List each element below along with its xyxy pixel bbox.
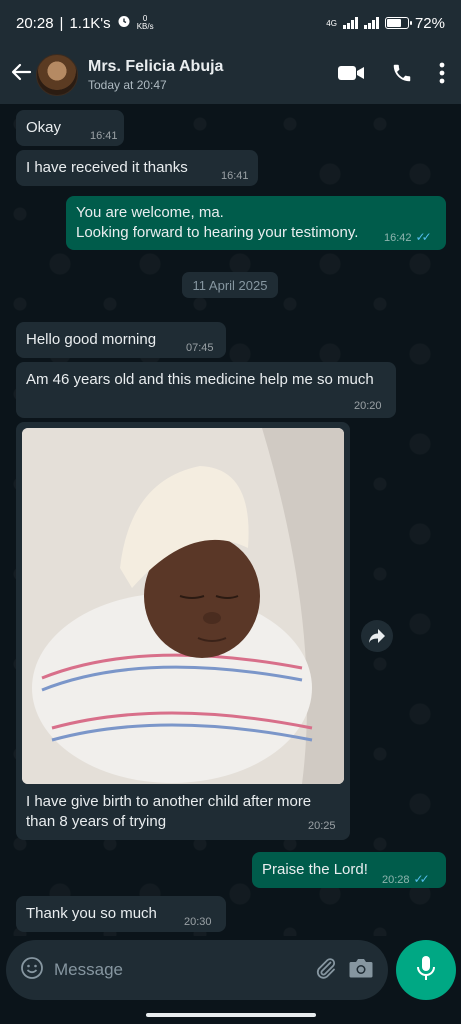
chat-header: Mrs. Felicia Abuja Today at 20:47 xyxy=(0,46,461,104)
message-text-line: Looking forward to hearing your testimon… xyxy=(76,224,359,241)
message-composer xyxy=(6,940,388,1000)
double-check-icon: ✓✓ xyxy=(415,230,432,244)
signal-icon-2 xyxy=(363,17,379,29)
message-bubble-incoming[interactable]: Okay 16:41 xyxy=(16,110,124,146)
message-time: 20:30 xyxy=(184,916,212,928)
more-vertical-icon[interactable] xyxy=(439,62,445,89)
double-check-icon: ✓✓ xyxy=(413,872,430,886)
contact-name: Mrs. Felicia Abuja xyxy=(88,58,224,75)
forward-icon[interactable] xyxy=(361,620,393,652)
image-caption-line: than 8 years of trying xyxy=(26,813,167,830)
message-text: Hello good morning xyxy=(26,331,157,348)
network-speed: 0 KB/s xyxy=(137,15,154,31)
message-text: Okay xyxy=(26,119,62,136)
date-separator: 11 April 2025 xyxy=(182,272,278,298)
message-bubble-incoming[interactable]: Am 46 years old and this medicine help m… xyxy=(16,362,396,418)
speed-unit: KB/s xyxy=(136,22,154,31)
message-bubble-incoming[interactable]: I have received it thanks 16:41 xyxy=(16,150,258,186)
camera-icon[interactable] xyxy=(348,957,374,984)
message-status: 16:42 ✓✓ xyxy=(384,230,432,244)
message-text-line: You are welcome, ma. xyxy=(76,204,224,221)
chat-area[interactable]: Okay 16:41 I have received it thanks 16:… xyxy=(0,104,461,936)
last-seen: Today at 20:47 xyxy=(88,78,167,92)
contact-info[interactable]: Mrs. Felicia Abuja Today at 20:47 xyxy=(88,58,223,92)
message-time: 20:28 xyxy=(382,874,410,886)
emoji-icon[interactable] xyxy=(20,956,44,985)
mic-button[interactable] xyxy=(396,940,456,1000)
video-call-icon[interactable] xyxy=(337,63,365,88)
message-bubble-outgoing[interactable]: Praise the Lord! 20:28 ✓✓ xyxy=(252,852,446,888)
message-time: 16:41 xyxy=(90,130,118,142)
message-time: 20:25 xyxy=(308,820,336,832)
alarm-icon xyxy=(117,14,131,32)
message-text: Am 46 years old and this medicine help m… xyxy=(26,371,374,388)
status-followers: 1.1K's xyxy=(69,14,111,32)
newborn-photo xyxy=(22,428,344,784)
home-indicator[interactable] xyxy=(146,1013,316,1017)
message-text: I have received it thanks xyxy=(26,159,188,176)
image-message-bubble[interactable]: I have give birth to another child after… xyxy=(16,422,350,840)
message-bubble-incoming[interactable]: Hello good morning 07:45 xyxy=(16,322,226,358)
back-arrow-icon[interactable] xyxy=(10,61,34,90)
status-time: 20:28 xyxy=(16,14,54,32)
status-separator: | xyxy=(59,14,64,32)
message-input[interactable] xyxy=(54,960,304,980)
message-status: 20:28 ✓✓ xyxy=(382,872,430,886)
avatar[interactable] xyxy=(36,54,78,96)
message-bubble-incoming[interactable]: Thank you so much 20:30 xyxy=(16,896,226,932)
mic-icon xyxy=(415,955,437,986)
image-caption-line: I have give birth to another child after… xyxy=(26,793,312,810)
battery-icon xyxy=(384,17,412,29)
message-bubble-outgoing[interactable]: You are welcome, ma. Looking forward to … xyxy=(66,196,446,250)
photo-attachment[interactable] xyxy=(22,428,344,784)
message-time: 20:20 xyxy=(354,400,382,412)
message-time: 07:45 xyxy=(186,342,214,354)
message-text: Praise the Lord! xyxy=(262,861,368,878)
network-type: 4G xyxy=(326,18,337,28)
battery-level: 72% xyxy=(414,14,445,32)
status-bar: 20:28 | 1.1K's 0 KB/s 4G 72% xyxy=(0,0,461,46)
attach-icon[interactable] xyxy=(314,956,338,985)
message-text: Thank you so much xyxy=(26,905,157,922)
phone-icon[interactable] xyxy=(391,62,413,89)
message-time: 16:41 xyxy=(221,170,249,182)
signal-icon xyxy=(342,17,358,29)
message-time: 16:42 xyxy=(384,232,412,244)
